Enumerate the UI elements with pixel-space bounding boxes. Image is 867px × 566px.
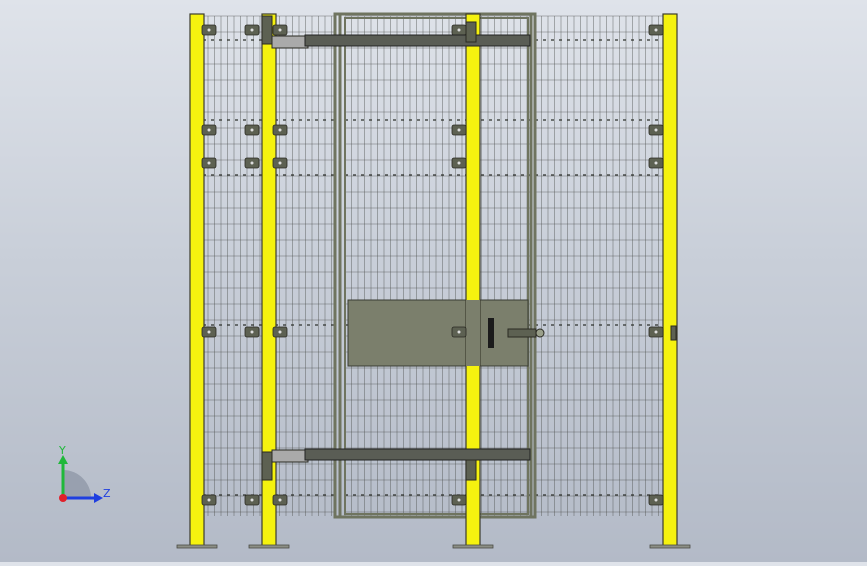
door-outer-frame (333, 12, 537, 519)
z-axis-label: Z (103, 487, 111, 500)
clamp-bolt (278, 498, 282, 502)
clamp-bolt (654, 28, 658, 32)
clamp-bolt (457, 161, 461, 165)
yellow-post (662, 13, 678, 548)
latch-knob (535, 328, 545, 338)
clamp-bolt (654, 128, 658, 132)
lower-hinge-plate (261, 451, 273, 481)
post-base-plate (176, 544, 218, 549)
clamp-bolt (207, 161, 211, 165)
y-axis-label: Y (58, 444, 66, 457)
post-hidden-segment (466, 300, 480, 366)
clamp-bolt (250, 330, 254, 334)
post-base-plate (248, 544, 290, 549)
clamp-bolt (654, 498, 658, 502)
fence-door-assembly-drawing[interactable]: Y Z (0, 0, 867, 562)
lower-rail-clip (465, 459, 477, 481)
post-base-plate (649, 544, 691, 549)
clamp-bolt (457, 498, 461, 502)
door-solid-panel (347, 299, 529, 367)
triad-quadrant (63, 470, 91, 498)
clamp-bolt (250, 128, 254, 132)
lower-rail (304, 448, 531, 461)
door-frame (333, 12, 537, 519)
lower-hinge-block (271, 449, 309, 463)
door-handle-slot (488, 318, 494, 348)
clamp-bolt (457, 330, 461, 334)
clamp-bolt (250, 498, 254, 502)
clamp-bolt (457, 28, 461, 32)
upper-hinge-plate (261, 15, 273, 45)
clamp-bolt (278, 161, 282, 165)
latch-bolt (507, 328, 537, 338)
clamp-bolt (207, 128, 211, 132)
upper-rail-clip (465, 21, 477, 43)
upper-hinge-block (271, 35, 309, 49)
upper-rail (304, 34, 531, 47)
door-inner-frame (344, 17, 529, 515)
clamp-bolt (207, 498, 211, 502)
clamp-bolt (278, 128, 282, 132)
clamp-bolt (654, 161, 658, 165)
clamp-bolt (207, 330, 211, 334)
yellow-post (189, 13, 205, 548)
clamp-bolt (278, 330, 282, 334)
clamp-bolt (457, 128, 461, 132)
clamp-bolt (250, 161, 254, 165)
clamp-bolt (250, 28, 254, 32)
cad-viewport[interactable]: Y Z (0, 0, 867, 562)
z-axis-arrowhead (94, 493, 103, 503)
clamp-bolt (207, 28, 211, 32)
strike-plate (670, 325, 677, 341)
x-axis-dot (59, 494, 67, 502)
clamp-bolt (654, 330, 658, 334)
post-base-plate (452, 544, 494, 549)
clamp-bolt (278, 28, 282, 32)
coordinate-triad-icon[interactable]: Y Z (58, 444, 111, 503)
